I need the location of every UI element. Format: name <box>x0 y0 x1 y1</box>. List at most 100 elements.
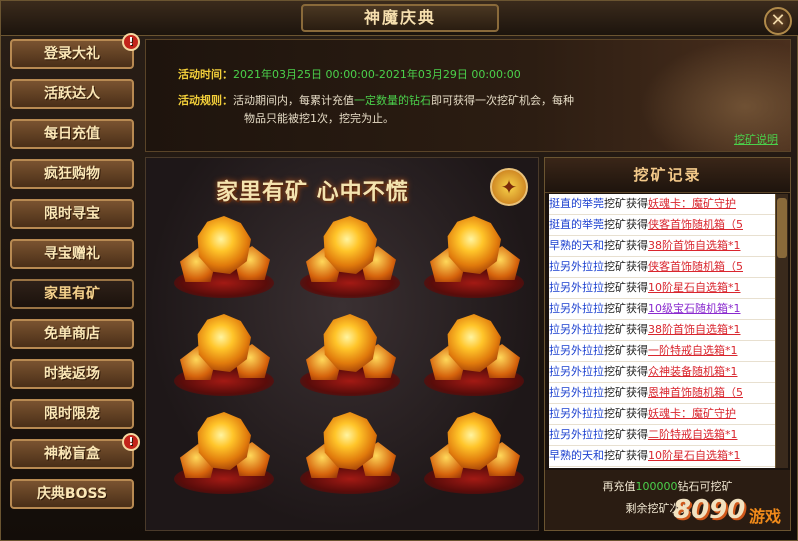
scroll-thumb[interactable] <box>777 198 787 258</box>
sidebar-item[interactable]: 寻宝赠礼 <box>10 239 134 269</box>
log-verb: 挖矿获得 <box>604 344 648 357</box>
sidebar-item-label: 限时限宠 <box>44 406 100 422</box>
game-window: 神魔庆典 ✕ 登录大礼! 活跃达人每日充值疯狂购物限时寻宝寻宝赠礼家里有矿免单商店… <box>0 0 798 541</box>
close-button[interactable]: ✕ <box>764 7 792 35</box>
log-reward[interactable]: 侠客首饰随机箱（5 <box>648 260 743 273</box>
sidebar-item-label: 活跃达人 <box>44 86 100 102</box>
log-verb: 挖矿获得 <box>604 281 648 294</box>
alert-badge-icon: ! <box>122 433 140 451</box>
log-name: 拉另外拉拉 <box>549 281 604 294</box>
log-verb: 挖矿获得 <box>604 407 648 420</box>
log-name: 早熟的天和 <box>549 449 604 462</box>
sidebar-item-label: 神秘盲盒 <box>44 446 100 462</box>
log-name: 早熟的天和 <box>549 239 604 252</box>
rule-highlight: 一定数量的钻石 <box>354 94 431 107</box>
sidebar-item-label: 每日充值 <box>44 126 100 142</box>
log-verb: 挖矿获得 <box>604 323 648 336</box>
log-item: 挺直的举莞挖矿获得侠客首饰随机箱（5 <box>549 215 775 236</box>
rule-text-b: 即可获得一次挖矿机会，每种 <box>431 94 574 107</box>
site-watermark: 8090 游戏 <box>665 491 795 537</box>
log-verb: 挖矿获得 <box>604 260 648 273</box>
log-name: 拉另外拉拉 <box>549 407 604 420</box>
ore-crystal-button[interactable] <box>300 406 400 506</box>
log-item: 拉另外拉拉挖矿获得10级宝石随机箱*1 <box>549 299 775 320</box>
log-name: 拉另外拉拉 <box>549 386 604 399</box>
log-name: 拉另外拉拉 <box>549 260 604 273</box>
log-verb: 挖矿获得 <box>604 428 648 441</box>
sidebar-item[interactable]: 家里有矿 <box>10 279 134 309</box>
treasure-bag-icon[interactable]: ✦ <box>490 168 528 206</box>
sidebar-item[interactable]: 时装返场 <box>10 359 134 389</box>
ore-crystal-button[interactable] <box>174 406 274 506</box>
recharge-hint-a: 再充值 <box>602 480 636 493</box>
sidebar-item-label: 家里有矿 <box>44 286 100 302</box>
watermark-logo-number: 8090 <box>673 495 746 525</box>
log-reward[interactable]: 二阶特戒自选箱*1 <box>648 428 738 441</box>
sidebar-item[interactable]: 免单商店 <box>10 319 134 349</box>
sidebar-item-label: 登录大礼 <box>44 46 100 62</box>
ore-crystal-button[interactable] <box>300 308 400 408</box>
activity-info-panel: 活动时间：2021年03月25日 00:00:00-2021年03月29日 00… <box>145 39 791 152</box>
activity-time-label: 活动时间： <box>178 68 233 81</box>
log-reward[interactable]: 38阶首饰自选箱*1 <box>648 323 741 336</box>
sidebar-item-label: 疯狂购物 <box>44 166 100 182</box>
log-reward[interactable]: 妖魂卡：魔矿守护 <box>648 197 736 210</box>
watermark-logo-text: 游戏 <box>749 507 782 526</box>
log-verb: 挖矿获得 <box>604 239 648 252</box>
log-name: 拉另外拉拉 <box>549 365 604 378</box>
mine-banner: 家里有矿 心中不慌 <box>216 180 409 205</box>
activity-sidebar: 登录大礼! 活跃达人每日充值疯狂购物限时寻宝寻宝赠礼家里有矿免单商店时装返场限时限… <box>5 33 140 519</box>
log-verb: 挖矿获得 <box>604 197 648 210</box>
sidebar-item[interactable]: 疯狂购物 <box>10 159 134 189</box>
log-reward[interactable]: 众神装备随机箱*1 <box>648 365 738 378</box>
sidebar-item[interactable]: 限时寻宝 <box>10 199 134 229</box>
sidebar-item-label: 免单商店 <box>44 326 100 342</box>
title-bar: 神魔庆典 ✕ <box>1 1 798 36</box>
dig-instructions-link[interactable]: 挖矿说明 <box>734 131 778 147</box>
log-item: 早熟的天和挖矿获得10阶星石自选箱*1 <box>549 446 775 467</box>
mining-log-list: 挺直的举莞挖矿获得妖魂卡：魔矿守护 挺直的举莞挖矿获得侠客首饰随机箱（5 早熟的天和… <box>549 194 775 468</box>
sidebar-item[interactable]: 庆典BOSS <box>10 479 134 509</box>
log-reward[interactable]: 10阶星石自选箱*1 <box>648 281 741 294</box>
log-item: 拉另外拉拉挖矿获得恩神首饰随机箱（5 <box>549 383 775 404</box>
log-item: 拉另外拉拉挖矿获得10阶星石自选箱*1 <box>549 278 775 299</box>
sidebar-item[interactable]: 活跃达人 <box>10 79 134 109</box>
log-item: 挺直的举莞挖矿获得妖魂卡：魔矿守护 <box>549 194 775 215</box>
activity-rule-row: 活动规则：活动期间内，每累计充值一定数量的钻石即可获得一次挖矿机会，每种 物品只… <box>178 92 598 128</box>
log-item: 拉另外拉拉挖矿获得二阶特戒自选箱*1 <box>549 425 775 446</box>
ore-crystal-button[interactable] <box>174 210 274 310</box>
log-name: 拉另外拉拉 <box>549 428 604 441</box>
log-reward[interactable]: 侠客首饰随机箱（5 <box>648 218 743 231</box>
log-reward[interactable]: 38阶首饰自选箱*1 <box>648 239 741 252</box>
rule-text-c: 物品只能被挖1次，挖完为止。 <box>244 112 394 125</box>
log-reward[interactable]: 一阶特戒自选箱*1 <box>648 344 738 357</box>
log-scrollbar[interactable] <box>775 194 788 468</box>
log-name: 拉另外拉拉 <box>549 323 604 336</box>
log-verb: 挖矿获得 <box>604 218 648 231</box>
sidebar-item[interactable]: 神秘盲盒! <box>10 433 140 469</box>
ore-crystal-button[interactable] <box>424 308 524 408</box>
rule-text-a: 活动期间内，每累计充值 <box>233 94 354 107</box>
log-verb: 挖矿获得 <box>604 449 648 462</box>
log-item: 早熟的天和挖矿获得侠客首饰随机箱（5 <box>549 467 775 468</box>
mining-log-title: 挖矿记录 <box>545 158 790 193</box>
ore-crystal-button[interactable] <box>424 406 524 506</box>
log-reward[interactable]: 10阶星石自选箱*1 <box>648 449 741 462</box>
activity-time-value: 2021年03月25日 00:00:00-2021年03月29日 00:00:0… <box>233 68 521 81</box>
log-reward[interactable]: 10级宝石随机箱*1 <box>648 302 741 315</box>
ore-crystal-button[interactable] <box>424 210 524 310</box>
sidebar-item[interactable]: 每日充值 <box>10 119 134 149</box>
ore-crystal-button[interactable] <box>174 308 274 408</box>
log-item: 拉另外拉拉挖矿获得38阶首饰自选箱*1 <box>549 320 775 341</box>
ore-crystal-button[interactable] <box>300 210 400 310</box>
log-name: 挺直的举莞 <box>549 218 604 231</box>
log-reward[interactable]: 恩神首饰随机箱（5 <box>648 386 743 399</box>
sidebar-item[interactable]: 登录大礼! <box>10 33 140 69</box>
sidebar-item[interactable]: 限时限宠 <box>10 399 134 429</box>
log-name: 拉另外拉拉 <box>549 344 604 357</box>
log-verb: 挖矿获得 <box>604 302 648 315</box>
log-item: 早熟的天和挖矿获得38阶首饰自选箱*1 <box>549 236 775 257</box>
log-verb: 挖矿获得 <box>604 386 648 399</box>
log-reward[interactable]: 妖魂卡：魔矿守护 <box>648 407 736 420</box>
alert-badge-icon: ! <box>122 33 140 51</box>
